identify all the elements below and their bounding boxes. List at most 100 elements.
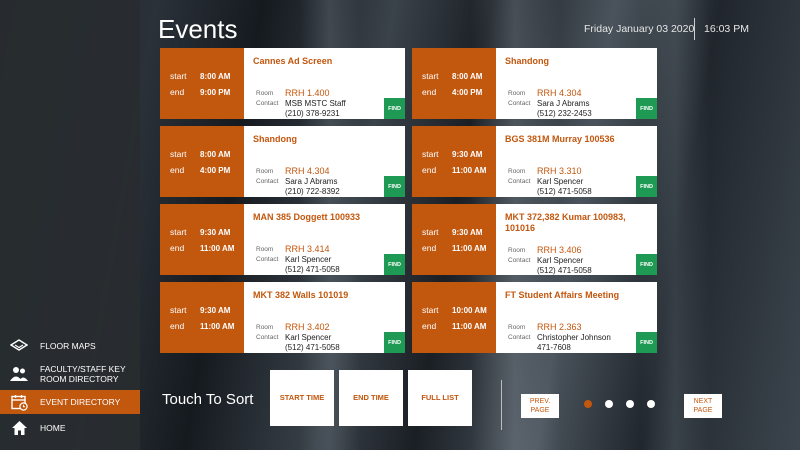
room-label: Room — [508, 247, 526, 254]
event-title: MAN 385 Doggett 100933 — [253, 212, 361, 222]
full-list-button[interactable]: FULL LIST — [408, 370, 472, 426]
room-label: Room — [256, 324, 274, 331]
event-time-panel: start 9:30 AM end 11:00 AM — [412, 126, 496, 197]
event-start-time: 10:00 AM — [452, 306, 487, 315]
contact-phone: (512) 471-5058 — [537, 266, 592, 275]
event-title: BGS 381M Murray 100536 — [505, 134, 615, 144]
start-label: start — [170, 227, 187, 237]
sort-label: Touch To Sort — [162, 391, 254, 408]
prev-page-button[interactable]: PREV. PAGE — [521, 394, 559, 418]
event-start-time: 8:00 AM — [200, 150, 231, 159]
start-label: start — [422, 227, 439, 237]
event-card: start 8:00 AM end 4:00 PM Shandong Room RR… — [160, 126, 405, 197]
event-title: FT Student Affairs Meeting — [505, 290, 620, 300]
event-card: start 9:30 AM end 11:00 AM MAN 385 Doggett… — [160, 204, 405, 275]
event-contact: Christopher Johnson 471-7608 — [537, 333, 611, 353]
event-time-panel: start 9:30 AM end 11:00 AM — [160, 282, 244, 353]
find-button[interactable]: FIND — [636, 98, 657, 119]
event-start-time: 9:30 AM — [200, 306, 231, 315]
event-contact: Karl Spencer (512) 471-5058 — [537, 256, 592, 276]
end-label: end — [422, 87, 437, 97]
page-dot[interactable] — [626, 400, 634, 408]
contact-phone: 471-7608 — [537, 343, 571, 352]
contact-label: Contact — [508, 178, 531, 185]
sidebar-item-floor-maps[interactable]: FLOOR MAPS — [0, 336, 140, 356]
find-button[interactable]: FIND — [636, 254, 657, 275]
event-end-time: 11:00 AM — [200, 244, 235, 253]
end-label: end — [422, 165, 437, 175]
contact-phone: (210) 378-9231 — [285, 109, 340, 118]
event-start-time: 9:30 AM — [200, 228, 231, 237]
contact-phone: (512) 471-5058 — [285, 343, 340, 352]
find-button[interactable]: FIND — [384, 332, 405, 353]
page-dot[interactable] — [647, 400, 655, 408]
page-dot[interactable] — [584, 400, 592, 408]
page-title: Events — [158, 14, 238, 44]
start-label: start — [422, 71, 439, 81]
event-card: start 9:30 AM end 11:00 AM MKT 382 Walls 1… — [160, 282, 405, 353]
event-title: MKT 382 Walls 101019 — [253, 290, 349, 300]
contact-phone: (512) 232-2453 — [537, 109, 592, 118]
event-room: RRH 4.304 — [285, 166, 330, 176]
event-start-time: 8:00 AM — [200, 72, 231, 81]
event-card: start 8:00 AM end 4:00 PM Shandong Room RR… — [412, 48, 657, 119]
event-card: start 8:00 AM end 9:00 PM Cannes Ad Screen… — [160, 48, 405, 119]
contact-phone: (512) 471-5058 — [285, 265, 340, 274]
event-time-panel: start 9:30 AM end 11:00 AM — [412, 204, 496, 275]
floor-map-icon — [10, 337, 28, 355]
find-button[interactable]: FIND — [636, 176, 657, 197]
contact-phone: (210) 722-8392 — [285, 187, 340, 196]
sidebar-item-label: FACULTY/STAFF KEY ROOM DIRECTORY — [40, 364, 126, 384]
end-label: end — [170, 165, 185, 175]
event-contact: Sara J Abrams (210) 722-8392 — [285, 177, 340, 197]
event-end-time: 4:00 PM — [200, 166, 231, 175]
contact-label: Contact — [256, 256, 279, 263]
event-time-panel: start 8:00 AM end 4:00 PM — [160, 126, 244, 197]
event-room: RRH 3.402 — [285, 322, 330, 332]
event-room: RRH 3.310 — [537, 166, 582, 176]
contact-name: Karl Spencer — [537, 177, 584, 186]
event-room: RRH 3.406 — [537, 245, 582, 255]
room-label: Room — [508, 90, 526, 97]
event-room: RRH 1.400 — [285, 88, 330, 98]
contact-name: Karl Spencer — [537, 256, 584, 265]
end-label: end — [170, 87, 185, 97]
contact-label: Contact — [508, 334, 531, 341]
page-dot[interactable] — [605, 400, 613, 408]
start-label: start — [170, 305, 187, 315]
event-contact: Karl Spencer (512) 471-5058 — [285, 333, 340, 353]
end-label: end — [170, 321, 185, 331]
event-time-panel: start 8:00 AM end 4:00 PM — [412, 48, 496, 119]
sort-end-time-button[interactable]: END TIME — [339, 370, 403, 426]
event-end-time: 11:00 AM — [452, 166, 487, 175]
home-icon — [10, 419, 28, 437]
room-label: Room — [256, 168, 274, 175]
end-label: end — [170, 243, 185, 253]
sidebar-item-label: FLOOR MAPS — [40, 341, 96, 351]
event-start-time: 9:30 AM — [452, 228, 483, 237]
find-button[interactable]: FIND — [384, 176, 405, 197]
event-start-time: 8:00 AM — [452, 72, 483, 81]
sidebar-item-label: HOME — [40, 423, 66, 433]
event-time-panel: start 9:30 AM end 11:00 AM — [160, 204, 244, 275]
sort-start-time-button[interactable]: START TIME — [270, 370, 334, 426]
event-end-time: 11:00 AM — [452, 322, 487, 331]
sidebar-item-home[interactable]: HOME — [0, 418, 140, 438]
event-time-panel: start 8:00 AM end 9:00 PM — [160, 48, 244, 119]
find-button[interactable]: FIND — [384, 254, 405, 275]
footer-divider — [501, 380, 502, 430]
header-divider — [694, 18, 695, 40]
find-button[interactable]: FIND — [636, 332, 657, 353]
event-time-panel: start 10:00 AM end 11:00 AM — [412, 282, 496, 353]
end-label: end — [422, 321, 437, 331]
contact-name: Sara J Abrams — [285, 177, 338, 186]
find-button[interactable]: FIND — [384, 98, 405, 119]
next-page-button[interactable]: NEXT PAGE — [684, 394, 722, 418]
sidebar: FLOOR MAPS FACULTY/STAFF KEY ROOM DIRECT… — [0, 0, 140, 450]
event-contact: Sara J Abrams (512) 232-2453 — [537, 99, 592, 119]
sidebar-item-directory[interactable]: FACULTY/STAFF KEY ROOM DIRECTORY — [0, 362, 140, 386]
contact-label: Contact — [256, 100, 279, 107]
sidebar-item-event-directory[interactable]: EVENT DIRECTORY — [0, 390, 140, 414]
room-label: Room — [256, 90, 274, 97]
event-card: start 10:00 AM end 11:00 AM FT Student Aff… — [412, 282, 657, 353]
